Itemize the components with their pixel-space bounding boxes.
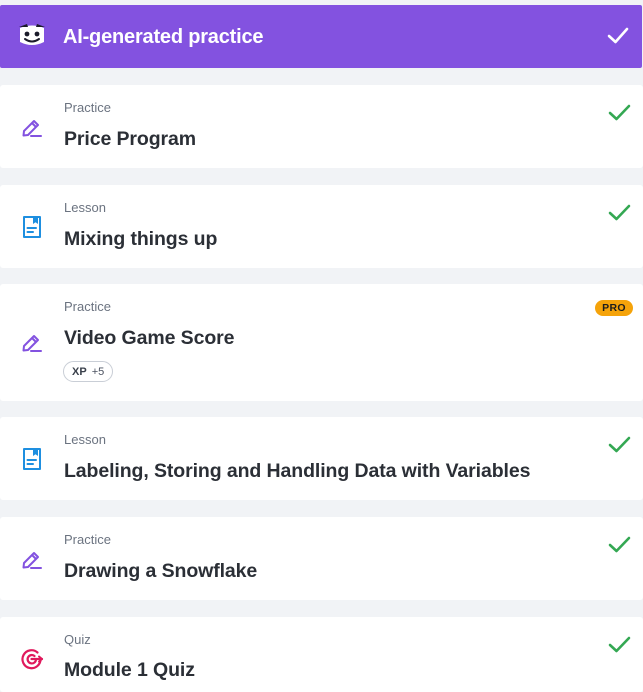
item-type: Quiz (64, 632, 91, 647)
item-type: Practice (64, 100, 111, 115)
item-title: Labeling, Storing and Handling Data with… (64, 460, 531, 482)
check-icon (608, 636, 631, 653)
check-icon (607, 27, 629, 44)
check-icon (608, 436, 631, 453)
ai-mascot-icon (19, 24, 45, 45)
check-icon (608, 104, 631, 121)
item-title: Price Program (64, 128, 197, 150)
list-item[interactable]: Practice Price Program (0, 85, 643, 168)
item-type: Practice (64, 299, 111, 314)
pro-badge: PRO (595, 300, 633, 316)
header-title: AI-generated practice (63, 26, 264, 48)
pencil-practice-icon (22, 335, 42, 352)
lesson-document-icon (23, 216, 41, 238)
xp-label: XP (72, 365, 87, 378)
item-type: Practice (64, 532, 111, 547)
list-item[interactable]: Practice Drawing a Snowflake (0, 517, 643, 600)
list-item[interactable]: Lesson Mixing things up (0, 185, 643, 268)
check-icon (608, 536, 631, 553)
item-type: Lesson (64, 200, 106, 215)
lesson-document-icon (23, 448, 41, 470)
item-title: Mixing things up (64, 228, 218, 250)
list-item[interactable]: Practice Video Game Score XP +5 PRO (0, 284, 643, 401)
item-type: Lesson (64, 432, 106, 447)
xp-value: +5 (91, 365, 105, 378)
item-title: Drawing a Snowflake (64, 560, 258, 582)
check-icon (608, 204, 631, 221)
list-item[interactable]: Lesson Labeling, Storing and Handling Da… (0, 417, 643, 500)
pencil-practice-icon (22, 552, 42, 569)
quiz-target-icon (21, 649, 44, 670)
xp-reward-chip: XP +5 (63, 361, 114, 382)
ai-practice-header[interactable]: AI-generated practice (0, 5, 642, 68)
item-title: Module 1 Quiz (64, 659, 195, 681)
item-title: Video Game Score (64, 327, 235, 349)
module-lesson-list: AI-generated practice Practice Price Pro… (0, 0, 643, 692)
pencil-practice-icon (22, 120, 42, 137)
list-item[interactable]: Quiz Module 1 Quiz (0, 617, 643, 692)
